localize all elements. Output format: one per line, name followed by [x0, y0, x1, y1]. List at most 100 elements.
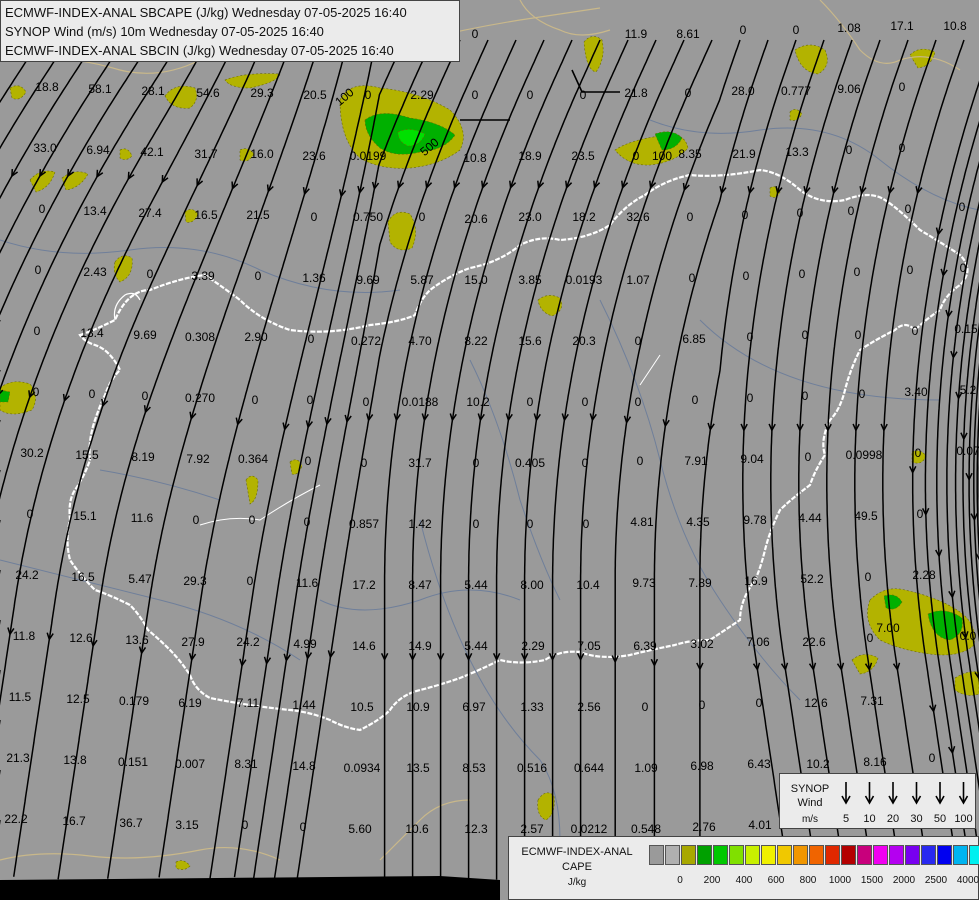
cin-value: 0: [311, 210, 318, 224]
cape-legend-unit: J/kg: [567, 877, 587, 888]
cin-value: 22.6: [802, 635, 826, 649]
cin-value: 31.7: [408, 456, 432, 470]
cin-value: 0: [34, 324, 41, 338]
cin-value: 6.97: [462, 700, 486, 714]
cin-value: 28.1: [141, 84, 165, 98]
cin-value: 13.8: [63, 753, 87, 767]
cin-value: 7.89: [688, 576, 712, 590]
cin-value: 21.8: [624, 86, 648, 100]
cin-value: 0.15: [954, 322, 978, 336]
cin-value: 0: [35, 263, 42, 277]
cape-legend-tick: 4000: [956, 875, 979, 886]
cin-value: 11.6: [131, 511, 154, 525]
cin-value: 0: [802, 389, 809, 403]
cin-value: 8.35: [678, 147, 702, 161]
cin-value: 33.0: [33, 141, 57, 155]
cin-value: 0: [802, 328, 809, 342]
cape-legend-tick: 1000: [828, 875, 852, 886]
cin-value: 58.1: [88, 82, 112, 96]
cape-legend-tick: 0: [677, 875, 683, 886]
cin-value: 0.548: [631, 822, 661, 836]
cin-value: 6.19: [178, 696, 202, 710]
wind-legend-title-1: SYNOP: [790, 783, 830, 795]
cin-value: 0.272: [351, 334, 381, 348]
cin-value: 0.270: [185, 391, 215, 405]
cin-value: 0: [365, 88, 372, 102]
cin-value: 5.87: [410, 273, 434, 287]
cin-value: 1.42: [408, 517, 432, 531]
cape-legend-swatch: [665, 845, 680, 865]
cin-value: 10.9: [406, 700, 430, 714]
cin-value: 7.06: [746, 635, 770, 649]
cape-legend-swatch: [761, 845, 776, 865]
cin-value: 0: [633, 149, 640, 163]
cin-value: 0: [307, 393, 314, 407]
cin-value: 0: [363, 395, 370, 409]
cin-value: 0.750: [353, 210, 383, 224]
cin-value: 0: [685, 86, 692, 100]
cin-value: 10.2: [806, 757, 830, 771]
cape-legend-swatch: [857, 845, 872, 865]
cin-value: 9.69: [356, 273, 380, 287]
cin-value: 0: [300, 820, 307, 834]
cin-value: 12.3: [464, 822, 488, 836]
cape-legend-swatch: [889, 845, 904, 865]
cin-value: 21.3: [6, 751, 30, 765]
cin-value: 3.02: [690, 637, 714, 651]
cin-value: 1.09: [634, 761, 658, 775]
cin-value: 7.11: [237, 696, 260, 710]
cin-value: 28.0: [731, 84, 755, 98]
cin-value: 23.0: [518, 210, 542, 224]
cin-value: 5.44: [464, 578, 488, 592]
cape-legend-tick: 1500: [860, 875, 884, 886]
cin-value: 52.2: [800, 572, 824, 586]
cin-value: 1.07: [626, 273, 650, 287]
cin-value: 2.76: [692, 820, 716, 834]
cin-value: 2.43: [83, 265, 107, 279]
cin-value: 0: [247, 574, 254, 588]
wind-legend-speed: 100: [954, 813, 972, 825]
cape-legend-swatch: [921, 845, 936, 865]
cin-value: 54.6: [196, 86, 220, 100]
wind-legend-speed: 50: [934, 813, 946, 825]
cin-value: 2.29: [521, 639, 545, 653]
cin-value: 0: [473, 517, 480, 531]
cape-legend-swatch: [681, 845, 696, 865]
cin-value: 0.516: [517, 761, 547, 775]
cin-value: 16.0: [250, 147, 274, 161]
cin-value: 23.5: [571, 149, 595, 163]
cin-value: 0: [905, 202, 912, 216]
cin-value: 18.8: [35, 80, 59, 94]
cin-value: 15.0: [464, 273, 488, 287]
cin-value: 13.4: [80, 326, 104, 340]
cin-value: 0: [917, 507, 924, 521]
cin-value: 0: [472, 88, 479, 102]
wind-legend-arrows: 5 10 20 30 50 100: [841, 782, 973, 825]
cin-value: 0: [854, 265, 861, 279]
cin-value: 0.0212: [571, 822, 608, 836]
cin-value: 11.5: [9, 690, 32, 704]
cape-legend-title-1: ECMWF-INDEX-ANAL: [521, 846, 633, 858]
cin-value: 13.4: [83, 204, 107, 218]
cin-value: 15.6: [518, 334, 542, 348]
cin-value: 0: [580, 88, 587, 102]
cin-value: 0: [912, 324, 919, 338]
cin-value: 10.4: [576, 578, 600, 592]
cape-legend-swatch: [937, 845, 952, 865]
cin-value: 0: [699, 698, 706, 712]
cin-value: 17.1: [890, 19, 914, 33]
cin-value: 0.0: [960, 629, 977, 643]
cin-value: 0: [747, 330, 754, 344]
cin-value: 10.5: [350, 700, 374, 714]
cin-value: 10.8: [943, 19, 967, 33]
wind-legend-title-2: Wind: [797, 797, 823, 809]
cin-value: 0: [193, 513, 200, 527]
cin-value: 0: [473, 456, 480, 470]
cin-value: 0: [308, 332, 315, 346]
cape-legend-swatch: [649, 845, 664, 865]
cin-value: 7.00: [876, 621, 900, 635]
cin-value: 0: [642, 700, 649, 714]
cin-value: 0: [846, 143, 853, 157]
cape-legend-tick: 2000: [892, 875, 916, 886]
cin-value: 0.0188: [402, 395, 439, 409]
